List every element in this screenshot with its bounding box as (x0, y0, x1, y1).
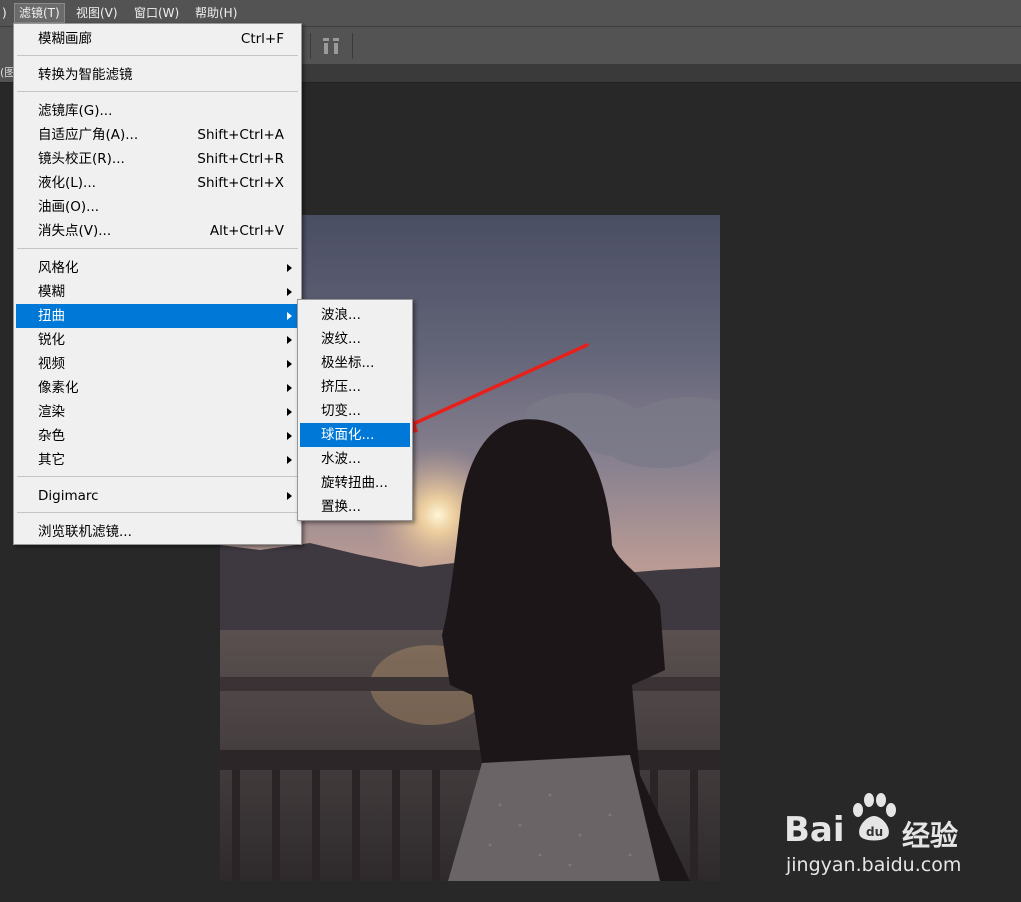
menu-item-adaptive-wide-angle[interactable]: 自适应广角(A)... Shift+Ctrl+A (16, 123, 299, 147)
menu-item-label: 其它 (38, 452, 65, 468)
submenu-arrow-icon (287, 360, 292, 368)
submenu-arrow-icon (287, 312, 292, 320)
submenu-arrow-icon (287, 288, 292, 296)
menu-separator (17, 476, 298, 477)
menu-item-filter-gallery[interactable]: 滤镜库(G)... (16, 99, 299, 123)
menu-separator (17, 512, 298, 513)
menu-item-label: 转换为智能滤镜 (38, 67, 133, 83)
submenu-arrow-icon (287, 492, 292, 500)
watermark-brand: Bai (784, 810, 845, 850)
submenu-arrow-icon (287, 432, 292, 440)
menu-item-label: 液化(L)... (38, 175, 96, 191)
menu-item-noise[interactable]: 杂色 (16, 424, 299, 448)
menu-item-label: 浏览联机滤镜... (38, 524, 132, 540)
submenu-arrow-icon (287, 384, 292, 392)
watermark-url: jingyan.baidu.com (786, 854, 962, 876)
menu-item-label: Digimarc (38, 488, 99, 504)
menu-item-label: 旋转扭曲... (321, 475, 388, 491)
menu-separator (17, 248, 298, 249)
menu-item-lens-correction[interactable]: 镜头校正(R)... Shift+Ctrl+R (16, 147, 299, 171)
menu-item-convert-smart-filter[interactable]: 转换为智能滤镜 (16, 63, 299, 87)
menu-item-label: 模糊画廊 (38, 31, 92, 47)
menu-item-shortcut: Shift+Ctrl+X (197, 175, 284, 191)
menu-item-oil-paint[interactable]: 油画(O)... (16, 195, 299, 219)
menu-item-label: 滤镜库(G)... (38, 103, 113, 119)
menu-item-label: 渲染 (38, 404, 65, 420)
menu-item-shortcut: Alt+Ctrl+V (209, 223, 284, 239)
menu-item-liquify[interactable]: 液化(L)... Shift+Ctrl+X (16, 171, 299, 195)
menu-item-shortcut: Ctrl+F (240, 31, 284, 47)
submenu-item-zigzag[interactable]: 水波... (300, 447, 410, 471)
submenu-arrow-icon (287, 336, 292, 344)
menu-item-sharpen[interactable]: 锐化 (16, 328, 299, 352)
submenu-arrow-icon (287, 456, 292, 464)
submenu-item-shear[interactable]: 切变... (300, 399, 410, 423)
menu-item-pixelate[interactable]: 像素化 (16, 376, 299, 400)
menu-item-label: 挤压... (321, 379, 361, 395)
menu-item-vanishing-point[interactable]: 消失点(V)... Alt+Ctrl+V (16, 219, 299, 243)
menu-item-label: 水波... (321, 451, 361, 467)
submenu-item-wave[interactable]: 波浪... (300, 303, 410, 327)
menu-item-shortcut: Shift+Ctrl+R (197, 151, 284, 167)
menu-item-label: 锐化 (38, 332, 65, 348)
menu-item-label: 油画(O)... (38, 199, 100, 215)
menu-item-label: 扭曲 (38, 308, 65, 324)
menu-separator (17, 55, 298, 56)
menu-item-blur[interactable]: 模糊 (16, 280, 299, 304)
submenu-item-displace[interactable]: 置换... (300, 495, 410, 519)
menu-item-label: 置换... (321, 499, 361, 515)
menu-item-label: 极坐标... (321, 355, 375, 371)
menu-item-label: 波浪... (321, 307, 361, 323)
submenu-item-pinch[interactable]: 挤压... (300, 375, 410, 399)
submenu-item-twirl[interactable]: 旋转扭曲... (300, 471, 410, 495)
menu-item-shortcut: Shift+Ctrl+A (197, 127, 284, 143)
menu-item-browse-online-filters[interactable]: 浏览联机滤镜... (16, 520, 299, 544)
menu-item-label: 球面化... (321, 427, 375, 443)
menu-item-label: 波纹... (321, 331, 361, 347)
menu-item-render[interactable]: 渲染 (16, 400, 299, 424)
submenu-item-spherize[interactable]: 球面化... (300, 423, 410, 447)
menu-item-label: 模糊 (38, 284, 65, 300)
filter-menu: 模糊画廊 Ctrl+F 转换为智能滤镜 滤镜库(G)... 自适应广角(A)..… (13, 23, 302, 545)
svg-text:du: du (866, 825, 883, 839)
menu-item-other[interactable]: 其它 (16, 448, 299, 472)
submenu-arrow-icon (287, 408, 292, 416)
menu-item-label: 镜头校正(R)... (38, 151, 125, 167)
submenu-item-polar-coordinates[interactable]: 极坐标... (300, 351, 410, 375)
menu-item-distort[interactable]: 扭曲 (16, 304, 299, 328)
menu-item-label: 视频 (38, 356, 65, 372)
distort-submenu: 波浪... 波纹... 极坐标... 挤压... 切变... 球面化... 水波… (297, 299, 413, 521)
menu-item-video[interactable]: 视频 (16, 352, 299, 376)
watermark-brand-cn: 经验 (902, 819, 959, 852)
menu-item-last-filter[interactable]: 模糊画廊 Ctrl+F (16, 27, 299, 51)
menu-separator (17, 91, 298, 92)
menu-item-label: 自适应广角(A)... (38, 127, 139, 143)
submenu-item-ripple[interactable]: 波纹... (300, 327, 410, 351)
menu-item-stylize[interactable]: 风格化 (16, 256, 299, 280)
menu-item-digimarc[interactable]: Digimarc (16, 484, 299, 508)
menu-item-label: 杂色 (38, 428, 65, 444)
paw-icon: du (853, 793, 896, 841)
baidu-jingyan-watermark: Bai du 经验 jingyan.baidu.com (784, 790, 984, 880)
menu-item-label: 像素化 (38, 380, 79, 396)
menu-item-label: 风格化 (38, 260, 79, 276)
submenu-arrow-icon (287, 264, 292, 272)
menu-item-label: 切变... (321, 403, 361, 419)
menu-item-label: 消失点(V)... (38, 223, 112, 239)
